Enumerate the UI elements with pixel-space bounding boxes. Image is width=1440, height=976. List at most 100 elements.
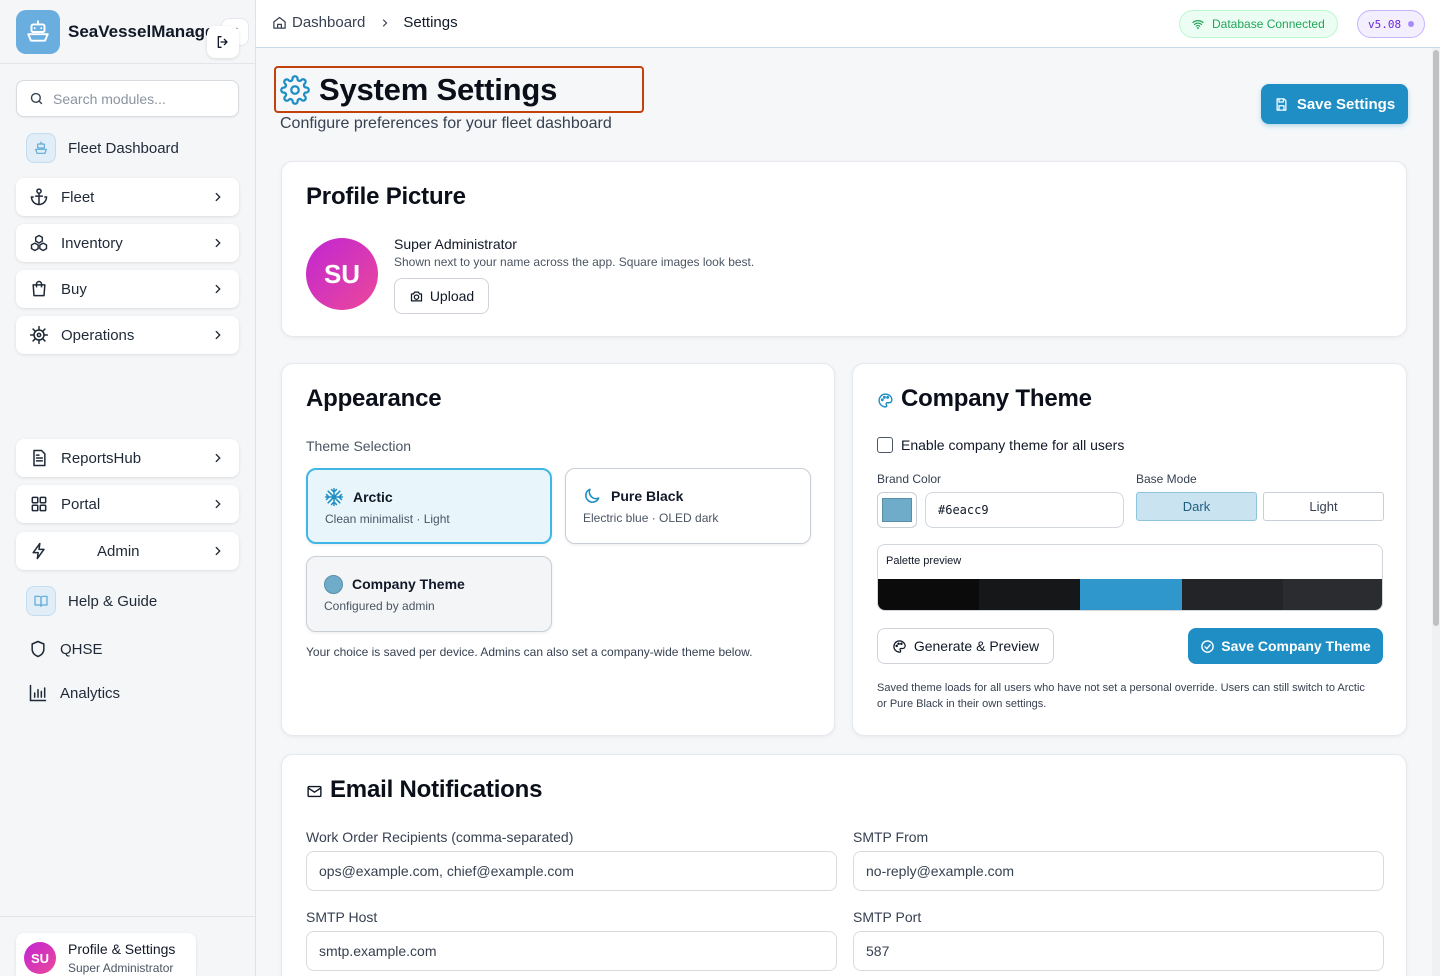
appearance-note: Your choice is saved per device. Admins … [306, 645, 753, 659]
check-circle-icon [1201, 639, 1215, 653]
profile-name: Profile & Settings [68, 941, 176, 957]
settings-gear-icon [280, 74, 310, 105]
company-theme-card: Company Theme Enable company theme for a… [852, 363, 1407, 736]
ship-logo-icon [16, 9, 60, 54]
palette-preview: Palette preview [877, 544, 1383, 611]
chevron-right-icon [215, 192, 221, 202]
theme-option-arctic[interactable]: Arctic Clean minimalist · Light [306, 468, 552, 544]
mode-dark-button[interactable]: Dark [1136, 492, 1257, 521]
smtp-from-label: SMTP From [853, 829, 929, 845]
profile-settings-button[interactable]: SU Profile & Settings Super Administrato… [16, 933, 196, 976]
logout-icon [217, 36, 228, 48]
sidebar-item-label: QHSE [60, 640, 103, 658]
smtp-port-label: SMTP Port [853, 909, 922, 925]
company-theme-heading: Company Theme [901, 385, 1092, 412]
save-company-theme-button[interactable]: Save Company Theme [1188, 628, 1383, 664]
brand-color-picker[interactable] [877, 492, 917, 528]
mail-icon [307, 785, 322, 798]
chevron-right-icon [383, 18, 388, 27]
palette-icon [878, 393, 893, 408]
company-color-dot-icon [324, 575, 343, 594]
shield-icon [26, 639, 50, 659]
sidebar-item-qhse[interactable]: QHSE [16, 631, 239, 667]
save-icon [1276, 97, 1287, 111]
smtp-host-input[interactable]: smtp.example.com [306, 931, 837, 971]
theme-option-title: Pure Black [611, 488, 684, 504]
sidebar-item-label: Fleet Dashboard [68, 139, 179, 157]
wifi-icon [1192, 20, 1204, 30]
shopping-bag-icon [28, 279, 50, 299]
smtp-from-input[interactable]: no-reply@example.com [853, 851, 1384, 891]
sidebar: SeaVesselManager Search modules... Fleet… [0, 0, 256, 976]
profile-picture-card: Profile Picture SU Super Administrator S… [281, 161, 1407, 337]
smtp-host-label: SMTP Host [306, 909, 378, 925]
theme-option-title: Company Theme [352, 576, 465, 592]
email-notifications-heading: Email Notifications [330, 776, 543, 803]
search-input[interactable]: Search modules... [16, 80, 239, 117]
theme-option-pure-black[interactable]: Pure Black Electric blue · OLED dark [565, 468, 811, 544]
upload-button[interactable]: Upload [394, 278, 489, 314]
search-icon [30, 92, 43, 105]
save-company-theme-label: Save Company Theme [1221, 638, 1371, 654]
sidebar-item-inventory[interactable]: Inventory [16, 224, 239, 262]
upload-label: Upload [429, 288, 475, 304]
sidebar-item-operations[interactable]: Operations [16, 316, 239, 354]
work-order-recipients-label: Work Order Recipients (comma-separated) [306, 829, 574, 845]
sidebar-item-help-guide[interactable]: Help & Guide [16, 583, 239, 619]
logout-button[interactable] [207, 26, 239, 58]
sidebar-item-fleet-dashboard[interactable]: Fleet Dashboard [16, 130, 239, 166]
company-theme-note: Saved theme loads for all users who have… [877, 682, 1365, 710]
theme-option-company[interactable]: Company Theme Configured by admin [306, 556, 552, 632]
page-subtitle: Configure preferences for your fleet das… [280, 115, 612, 132]
sidebar-item-buy[interactable]: Buy [16, 270, 239, 308]
sidebar-item-label: ReportsHub [61, 449, 142, 467]
bar-chart-icon [26, 683, 50, 703]
grid-icon [28, 494, 50, 514]
theme-selection-label: Theme Selection [306, 438, 412, 454]
page-title: System Settings [319, 71, 558, 107]
palette-icon [893, 639, 906, 653]
page-title-box: System Settings [274, 66, 644, 113]
palette-swatch [1080, 579, 1182, 610]
app-name: SeaVesselManager [68, 21, 222, 41]
breadcrumb-dashboard[interactable]: Dashboard [292, 14, 365, 31]
palette-swatch [1181, 579, 1283, 610]
sidebar-item-label: Buy [61, 280, 87, 298]
chevron-right-icon [215, 453, 221, 463]
sidebar-item-analytics[interactable]: Analytics [16, 675, 239, 711]
palette-swatch [979, 579, 1081, 610]
sidebar-item-admin[interactable]: Admin [16, 532, 239, 570]
book-icon [26, 586, 56, 616]
work-order-recipients-input[interactable]: ops@example.com, chief@example.com [306, 851, 837, 891]
smtp-port-input[interactable]: 587 [853, 931, 1384, 971]
home-icon [273, 16, 286, 29]
generate-preview-button[interactable]: Generate & Preview [877, 628, 1054, 664]
theme-option-subtitle: Electric blue · OLED dark [583, 511, 719, 525]
sidebar-item-portal[interactable]: Portal [16, 485, 239, 523]
save-settings-button[interactable]: Save Settings [1261, 84, 1408, 124]
profile-name: Super Administrator [394, 236, 517, 252]
brand-color-input[interactable]: #6eacc9 [925, 492, 1124, 528]
sidebar-item-label: Admin [97, 542, 140, 560]
sidebar-item-label: Portal [61, 495, 101, 513]
file-text-icon [28, 448, 50, 468]
profile-picture-hint: Shown next to your name across the app. … [394, 255, 755, 269]
sidebar-item-reportshub[interactable]: ReportsHub [16, 439, 239, 477]
email-notifications-card: Email Notifications Work Order Recipient… [281, 754, 1407, 976]
brand-color-label: Brand Color [877, 472, 942, 486]
main-content: System Settings Configure preferences fo… [256, 48, 1432, 976]
mode-light-button[interactable]: Light [1263, 492, 1384, 521]
sidebar-item-label: Help & Guide [68, 592, 158, 610]
main-scrollbar[interactable] [1432, 48, 1440, 976]
enable-company-theme-checkbox[interactable] [877, 437, 893, 453]
base-mode-label: Base Mode [1136, 472, 1197, 486]
scrollbar-thumb[interactable] [1433, 50, 1439, 626]
appearance-card: Appearance Theme Selection Arctic Clean … [281, 363, 835, 736]
profile-avatar: SU [306, 238, 378, 310]
enable-company-theme-label: Enable company theme for all users [901, 437, 1125, 453]
sidebar-item-fleet[interactable]: Fleet [16, 178, 239, 216]
palette-swatch [878, 579, 980, 610]
version-text: v5.08 [1368, 17, 1402, 31]
database-status-badge: Database Connected [1179, 10, 1338, 38]
sidebar-item-label: Inventory [61, 234, 123, 252]
